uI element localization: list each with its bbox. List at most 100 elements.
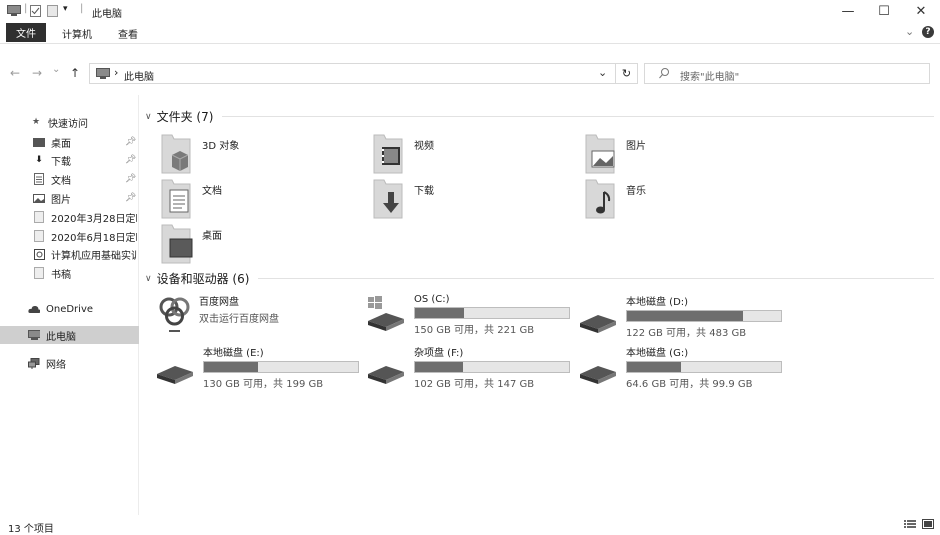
nav-this-pc[interactable]: 此电脑: [28, 326, 150, 344]
drives-group-header[interactable]: ∨ 设备和驱动器 (6): [145, 270, 249, 287]
desktop-folder-icon: [160, 223, 193, 264]
folder-label: 视频: [414, 141, 434, 152]
breadcrumb-separator[interactable]: ›: [114, 66, 118, 79]
download-folder-icon: [372, 178, 404, 219]
folder-documents[interactable]: 文档: [160, 178, 222, 219]
drive-d[interactable]: 本地磁盘 (D:) 122 GB 可用，共 483 GB: [578, 293, 782, 339]
drive-g[interactable]: 本地磁盘 (G:) 64.6 GB 可用，共 99.9 GB: [578, 344, 782, 390]
drive-f[interactable]: 杂项盘 (F:) 102 GB 可用，共 147 GB: [366, 344, 570, 390]
details-view-icon[interactable]: [904, 519, 916, 532]
baidu-desc: 双击运行百度网盘: [199, 313, 279, 325]
tab-view[interactable]: 查看: [118, 26, 138, 41]
cloud-icon: [28, 304, 40, 314]
drive-usage-bar: [626, 310, 782, 322]
nav-network[interactable]: 网络: [28, 354, 150, 372]
nav-item-folder-0618[interactable]: 2020年6月18日定时: [33, 227, 137, 245]
forward-button[interactable]: →: [32, 66, 42, 80]
nav-item-pictures[interactable]: 图片: [33, 189, 155, 207]
new-folder-icon[interactable]: [47, 5, 58, 20]
maximize-button[interactable]: ☐: [866, 0, 902, 22]
drives-group-title: 设备和驱动器 (6): [156, 272, 250, 286]
group-divider: [222, 116, 934, 117]
refresh-button[interactable]: ↻: [616, 63, 638, 84]
nav-item-label: 下载: [51, 156, 71, 168]
large-icons-view-icon[interactable]: [922, 519, 934, 532]
nav-quick-access[interactable]: ★ 快速访问: [30, 113, 152, 131]
search-box[interactable]: 搜索"此电脑": [644, 63, 930, 84]
baidu-cloud-icon: [157, 294, 191, 337]
address-dropdown-button[interactable]: ⌄: [598, 66, 607, 79]
3d-objects-icon: [160, 133, 192, 174]
drive-c[interactable]: OS (C:) 150 GB 可用，共 221 GB: [366, 293, 570, 336]
folders-group-header[interactable]: ∨ 文件夹 (7): [145, 108, 213, 125]
disc-folder-icon: [33, 248, 45, 260]
folder-label: 音乐: [626, 186, 646, 197]
folder-music[interactable]: 音乐: [584, 178, 646, 219]
nav-item-label: 桌面: [51, 138, 71, 150]
address-bar[interactable]: › 此电脑 ⌄: [89, 63, 616, 84]
drive-usage-bar: [626, 361, 782, 373]
breadcrumb-this-pc[interactable]: 此电脑: [124, 68, 154, 83]
item-count: 13 个项目: [8, 524, 54, 535]
chevron-down-icon: ∨: [145, 273, 152, 284]
picture-icon: [33, 193, 45, 203]
drive-e[interactable]: 本地磁盘 (E:) 130 GB 可用，共 199 GB: [155, 344, 359, 390]
folder-desktop[interactable]: 桌面: [160, 223, 222, 264]
close-button[interactable]: ✕: [903, 0, 939, 22]
tab-file[interactable]: 文件: [6, 23, 46, 42]
nav-item-label: 图片: [51, 194, 71, 206]
recent-locations-button[interactable]: ⌄: [52, 64, 60, 75]
folder-pictures[interactable]: 图片: [584, 133, 646, 174]
desktop-icon: [33, 137, 45, 147]
network-icon: [28, 357, 40, 369]
pin-icon[interactable]: 📌︎: [125, 155, 136, 165]
picture-folder-icon: [584, 133, 616, 174]
drive-usage-bar: [414, 306, 570, 319]
expand-ribbon-icon[interactable]: ⌄: [905, 25, 914, 38]
group-divider: [258, 278, 934, 279]
folder-label: 图片: [626, 141, 646, 152]
nav-item-folder-0328[interactable]: 2020年3月28日定时: [33, 208, 137, 226]
nav-item-manuscripts[interactable]: 书稿: [33, 264, 155, 282]
folder-label: 3D 对象: [202, 141, 240, 152]
tab-computer[interactable]: 计算机: [62, 26, 92, 41]
drive-free-space: 130 GB 可用，共 199 GB: [203, 379, 324, 390]
title-separator: |: [24, 3, 28, 14]
folder-label: 下载: [414, 186, 434, 197]
pin-icon[interactable]: 📌︎: [125, 137, 136, 147]
help-icon[interactable]: ?: [922, 26, 934, 38]
drive-usage-fill: [415, 307, 465, 318]
folder-downloads[interactable]: 下载: [372, 178, 434, 219]
minimize-button[interactable]: —: [830, 0, 866, 22]
baidu-netdisk-item[interactable]: 百度网盘 双击运行百度网盘: [157, 294, 279, 337]
pin-icon[interactable]: 📌︎: [125, 174, 136, 184]
folder-label: 文档: [202, 186, 222, 197]
computer-icon: [28, 330, 40, 340]
properties-icon[interactable]: [30, 5, 41, 20]
nav-item-downloads[interactable]: ⬇ 下载: [33, 151, 155, 169]
folder-videos[interactable]: 视频: [372, 133, 434, 174]
nav-item-desktop[interactable]: 桌面: [33, 133, 155, 151]
drive-usage-fill: [627, 362, 681, 372]
folder-icon: [33, 211, 45, 223]
drive-name: 本地磁盘 (E:): [203, 348, 264, 359]
drive-free-space: 64.6 GB 可用，共 99.9 GB: [626, 379, 753, 390]
nav-onedrive-label: OneDrive: [46, 303, 94, 315]
nav-onedrive[interactable]: OneDrive: [28, 300, 150, 318]
folder-label: 桌面: [202, 231, 222, 242]
nav-item-label: 文档: [51, 175, 71, 187]
folders-group-title: 文件夹 (7): [156, 110, 214, 124]
nav-item-documents[interactable]: 文档: [33, 170, 155, 188]
nav-item-label: 计算机应用基础实训: [51, 250, 137, 262]
folder-3d-objects[interactable]: 3D 对象: [160, 133, 240, 174]
ribbon-bar: [0, 22, 940, 44]
download-arrow-icon: ⬇: [35, 155, 43, 165]
drive-name: 本地磁盘 (G:): [626, 348, 689, 359]
customize-toolbar-icon[interactable]: ▾: [63, 4, 68, 14]
back-button[interactable]: ←: [10, 66, 20, 80]
pin-icon[interactable]: 📌︎: [125, 193, 136, 203]
nav-item-label: 书稿: [51, 269, 71, 281]
hard-drive-icon: [366, 346, 406, 389]
nav-item-computer-basics[interactable]: 计算机应用基础实训: [33, 245, 137, 263]
up-button[interactable]: ↑: [70, 66, 80, 80]
